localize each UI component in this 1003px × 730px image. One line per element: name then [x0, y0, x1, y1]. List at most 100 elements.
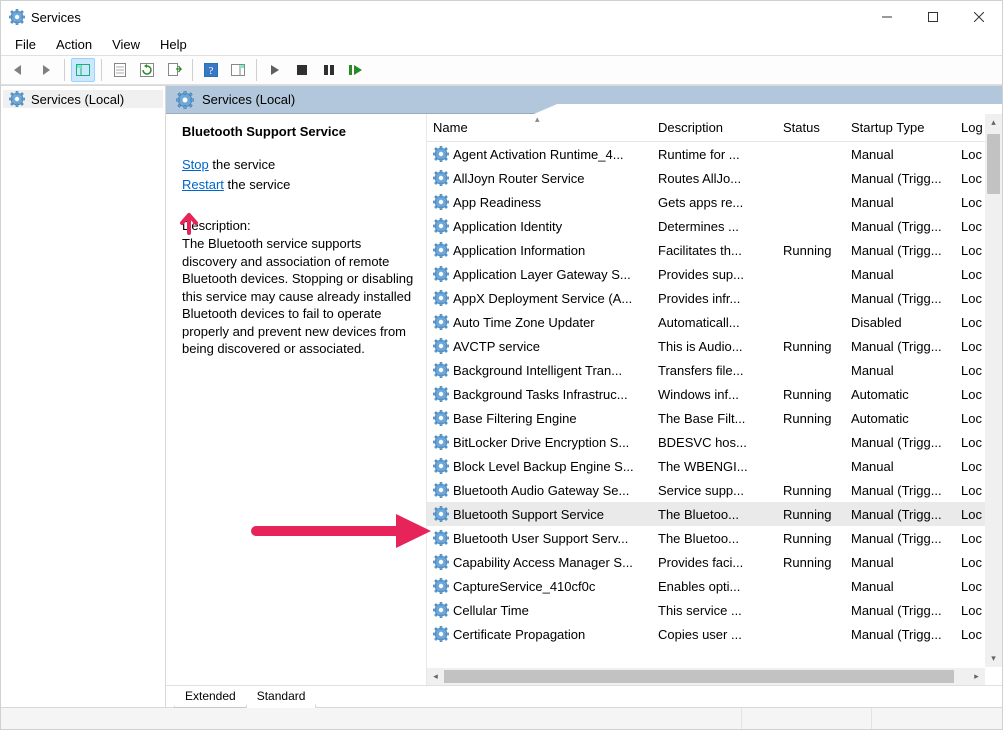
table-row[interactable]: AppX Deployment Service (A...Provides in… [427, 286, 1002, 310]
maximize-button[interactable] [910, 2, 956, 32]
cell-description: Gets apps re... [652, 195, 777, 210]
export-list-button[interactable] [162, 58, 186, 82]
cell-description: The WBENGI... [652, 459, 777, 474]
gear-icon [433, 146, 449, 162]
table-row[interactable]: Application Layer Gateway S...Provides s… [427, 262, 1002, 286]
gear-icon [176, 91, 194, 109]
cell-startup: Manual (Trigg... [845, 435, 955, 450]
column-description[interactable]: Description [652, 114, 777, 141]
column-startup[interactable]: Startup Type [845, 114, 955, 141]
table-row[interactable]: Background Tasks Infrastruc...Windows in… [427, 382, 1002, 406]
show-hide-tree-button[interactable] [71, 58, 95, 82]
scroll-thumb[interactable] [987, 134, 1000, 194]
cell-name: Bluetooth Audio Gateway Se... [453, 483, 629, 498]
table-row[interactable]: Capability Access Manager S...Provides f… [427, 550, 1002, 574]
help-button[interactable]: ? [199, 58, 223, 82]
cell-description: Transfers file... [652, 363, 777, 378]
start-service-button[interactable] [263, 58, 287, 82]
show-hide-action-pane-button[interactable] [226, 58, 250, 82]
app-gear-icon [9, 9, 25, 25]
restart-service-button[interactable] [344, 58, 368, 82]
table-row[interactable]: BitLocker Drive Encryption S...BDESVC ho… [427, 430, 1002, 454]
gear-icon [433, 362, 449, 378]
gear-icon [433, 506, 449, 522]
cell-name: Auto Time Zone Updater [453, 315, 595, 330]
vertical-scrollbar[interactable]: ▴ ▾ [985, 114, 1002, 667]
cell-description: Service supp... [652, 483, 777, 498]
tab-extended[interactable]: Extended [174, 688, 247, 708]
table-row[interactable]: Block Level Backup Engine S...The WBENGI… [427, 454, 1002, 478]
close-button[interactable] [956, 2, 1002, 32]
cell-description: The Base Filt... [652, 411, 777, 426]
tab-standard[interactable]: Standard [246, 688, 317, 708]
column-status[interactable]: Status [777, 114, 845, 141]
table-row[interactable]: Bluetooth Audio Gateway Se... Service sup… [427, 478, 1002, 502]
stop-suffix: the service [209, 157, 275, 172]
menu-file[interactable]: File [5, 35, 46, 54]
cell-name: AllJoyn Router Service [453, 171, 585, 186]
tree-item-services-local[interactable]: Services (Local) [3, 90, 163, 108]
gear-icon [433, 290, 449, 306]
menu-view[interactable]: View [102, 35, 150, 54]
table-row[interactable]: Certificate PropagationCopies user ...Ma… [427, 622, 1002, 646]
scroll-left-icon[interactable]: ◂ [427, 668, 444, 685]
scroll-up-icon[interactable]: ▴ [985, 114, 1002, 131]
cell-status: Running [777, 387, 845, 402]
scroll-thumb-h[interactable] [444, 670, 954, 683]
view-tabs: Extended Standard [166, 685, 1002, 707]
table-row[interactable]: CaptureService_410cf0cEnables opti...Man… [427, 574, 1002, 598]
table-row[interactable]: Background Intelligent Tran... Transfers … [427, 358, 1002, 382]
back-button[interactable] [7, 58, 31, 82]
table-row[interactable]: Application InformationFacilitates th...… [427, 238, 1002, 262]
table-row[interactable]: Base Filtering EngineThe Base Filt...Run… [427, 406, 1002, 430]
cell-name: Certificate Propagation [453, 627, 585, 642]
pause-service-button[interactable] [317, 58, 341, 82]
console-tree[interactable]: Services (Local) [1, 86, 166, 707]
cell-description: Provides infr... [652, 291, 777, 306]
scroll-down-icon[interactable]: ▾ [985, 650, 1002, 667]
menu-help[interactable]: Help [150, 35, 197, 54]
restart-service-link[interactable]: Restart [182, 177, 224, 192]
cell-status: Running [777, 243, 845, 258]
table-row[interactable]: Bluetooth User Support Serv...The Blueto… [427, 526, 1002, 550]
description-text: The Bluetooth service supports discovery… [182, 235, 416, 358]
properties-button[interactable] [108, 58, 132, 82]
forward-button[interactable] [34, 58, 58, 82]
gear-icon [433, 434, 449, 450]
cell-startup: Manual (Trigg... [845, 603, 955, 618]
table-row[interactable]: Cellular TimeThis service ...Manual (Tri… [427, 598, 1002, 622]
menu-action[interactable]: Action [46, 35, 102, 54]
table-row[interactable]: App ReadinessGets apps re...ManualLoc [427, 190, 1002, 214]
gear-icon [433, 482, 449, 498]
stop-service-button[interactable] [290, 58, 314, 82]
cell-startup: Manual (Trigg... [845, 507, 955, 522]
table-row[interactable]: Application IdentityDetermines ...Manual… [427, 214, 1002, 238]
table-row[interactable]: Bluetooth Support ServiceThe Bluetoo...R… [427, 502, 1002, 526]
cell-startup: Manual (Trigg... [845, 339, 955, 354]
cell-name: Application Identity [453, 219, 562, 234]
cell-description: The Bluetoo... [652, 507, 777, 522]
table-row[interactable]: AllJoyn Router ServiceRoutes AllJo...Man… [427, 166, 1002, 190]
table-row[interactable]: Auto Time Zone UpdaterAutomaticall...Dis… [427, 310, 1002, 334]
cell-startup: Manual [845, 195, 955, 210]
cell-startup: Manual (Trigg... [845, 291, 955, 306]
refresh-button[interactable] [135, 58, 159, 82]
cell-name: Background Intelligent Tran... [453, 363, 622, 378]
table-row[interactable]: Agent Activation Runtime_4...Runtime for… [427, 142, 1002, 166]
table-row[interactable]: AVCTP serviceThis is Audio...RunningManu… [427, 334, 1002, 358]
cell-startup: Manual (Trigg... [845, 531, 955, 546]
stop-service-link[interactable]: Stop [182, 157, 209, 172]
cell-startup: Manual (Trigg... [845, 483, 955, 498]
gear-icon [433, 578, 449, 594]
table-header: ▴ Name Description Status Startup Type L… [427, 114, 1002, 142]
horizontal-scrollbar[interactable]: ◂ ▸ [427, 668, 985, 685]
cell-startup: Automatic [845, 411, 955, 426]
cell-startup: Manual [845, 579, 955, 594]
cell-name: AVCTP service [453, 339, 540, 354]
table-body[interactable]: Agent Activation Runtime_4...Runtime for… [427, 142, 1002, 685]
minimize-button[interactable] [864, 2, 910, 32]
cell-name: Background Tasks Infrastruc... [453, 387, 628, 402]
scroll-right-icon[interactable]: ▸ [968, 668, 985, 685]
cell-status: Running [777, 483, 845, 498]
cell-description: Routes AllJo... [652, 171, 777, 186]
